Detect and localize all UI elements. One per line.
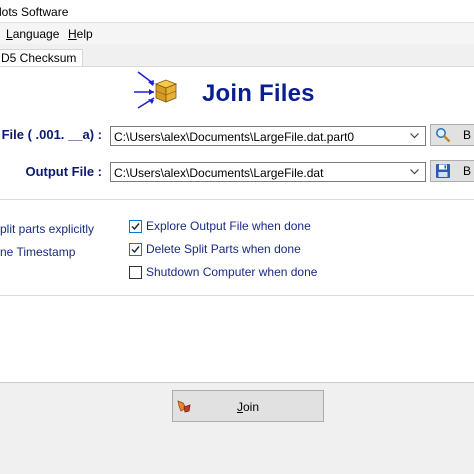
search-icon [435,127,451,143]
divider [0,295,474,296]
title-bar: lots Software [0,0,474,23]
menu-help[interactable]: Help [68,27,93,41]
tab-md5-checksum-label: D5 Checksum [1,51,77,65]
browse-output-label: B [463,164,472,178]
timestamp-option[interactable]: ne Timestamp [0,245,75,259]
menu-language-mnemonic: L [6,27,13,41]
split-parts-explicitly-option[interactable]: plit parts explicitly [0,222,94,236]
join-button[interactable]: Join [172,390,324,422]
menu-bar: Language Help [0,23,474,44]
shutdown-computer-label: Shutdown Computer when done [146,265,318,279]
page-title: Join Files [202,80,315,107]
tab-md5-checksum[interactable]: D5 Checksum [0,49,84,67]
checkbox-box[interactable] [129,266,142,279]
divider [0,199,474,200]
join-rest: oin [243,400,260,414]
window-title: lots Software [0,5,69,19]
delete-split-parts-label: Delete Split Parts when done [146,242,301,256]
output-file-label: Output File : [25,164,102,179]
explore-output-label: Explore Output File when done [146,219,311,233]
menu-language[interactable]: Language [6,27,59,41]
menu-language-label: anguage [12,27,60,41]
tab-strip: D5 Checksum [0,44,474,67]
chevron-down-icon[interactable] [407,127,423,145]
join-button-label: Join [237,400,259,414]
checkbox-box[interactable] [129,220,142,233]
chevron-down-icon[interactable] [407,163,423,181]
output-file-value: C:\Users\alex\Documents\LargeFile.dat [114,166,324,180]
browse-output-button[interactable]: B [430,160,474,182]
browse-input-label: B [463,128,472,142]
output-file-combo[interactable]: C:\Users\alex\Documents\LargeFile.dat [110,162,426,182]
input-file-label: File ( .001. __a) : [1,127,102,142]
checkbox-box[interactable] [129,243,142,256]
browse-input-button[interactable]: B [430,124,474,146]
join-files-logo-icon [132,68,180,112]
save-disk-icon [435,163,451,179]
menu-help-mnemonic: H [68,27,77,41]
join-icon [177,399,191,413]
input-file-combo[interactable]: C:\Users\alex\Documents\LargeFile.dat.pa… [110,126,426,146]
menu-help-label: elp [76,27,93,41]
input-file-value: C:\Users\alex\Documents\LargeFile.dat.pa… [114,130,355,144]
